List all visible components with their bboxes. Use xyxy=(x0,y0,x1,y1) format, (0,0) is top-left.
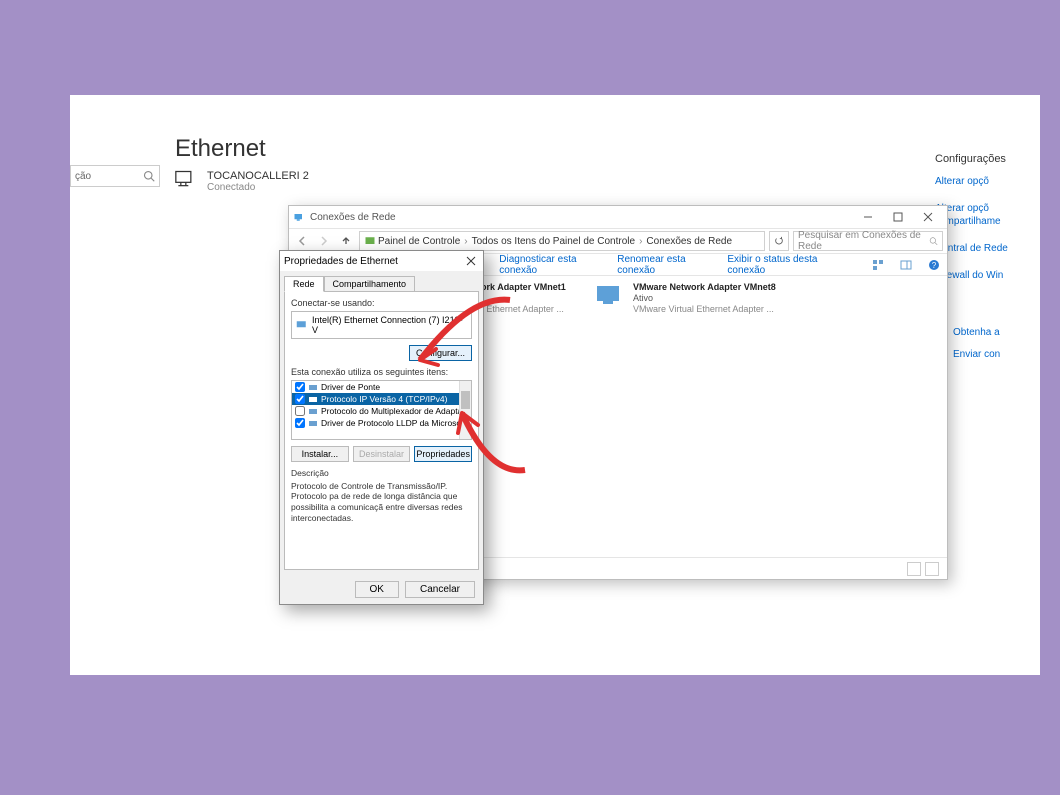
protocol-list[interactable]: Driver de Ponte Protocolo IP Versão 4 (T… xyxy=(291,380,472,440)
adapter-icon xyxy=(296,319,308,331)
close-button[interactable] xyxy=(463,253,479,269)
svg-text:?: ? xyxy=(932,261,937,270)
feedback-link[interactable]: Enviar con xyxy=(935,348,1040,360)
cancel-button[interactable]: Cancelar xyxy=(405,581,475,598)
connect-using-label: Conectar-se usando: xyxy=(291,298,472,308)
page-title: Ethernet xyxy=(175,135,266,163)
close-button[interactable] xyxy=(913,207,943,227)
uninstall-button: Desinstalar xyxy=(353,446,411,462)
protocol-checkbox[interactable] xyxy=(295,418,305,428)
adapter-field: Intel(R) Ethernet Connection (7) I219-V xyxy=(291,311,472,339)
description-label: Descrição xyxy=(291,468,472,479)
protocol-checkbox[interactable] xyxy=(295,406,305,416)
window-title: Conexões de Rede xyxy=(310,212,396,223)
address-bar[interactable]: Painel de Controle› Todos os Itens do Pa… xyxy=(359,231,765,251)
protocol-item[interactable]: Protocolo do Multiplexador de Adaptador … xyxy=(292,405,471,417)
menu-diagnose[interactable]: Diagnosticar esta conexão xyxy=(499,254,603,276)
help-link[interactable]: ? Obtenha a xyxy=(935,326,1040,338)
network-item[interactable]: TOCANOCALLERI 2 Conectado xyxy=(175,170,309,193)
view-details-icon[interactable] xyxy=(907,562,921,576)
items-label: Esta conexão utiliza os seguintes itens: xyxy=(291,367,472,377)
ethernet-properties-dialog: Propriedades de Ethernet Rede Compartilh… xyxy=(279,250,484,605)
protocol-checkbox[interactable] xyxy=(295,394,305,404)
menu-status[interactable]: Exibir o status desta conexão xyxy=(727,254,842,276)
protocol-checkbox[interactable] xyxy=(295,382,305,392)
properties-button[interactable]: Propriedades xyxy=(414,446,472,462)
settings-search-input[interactable]: ção xyxy=(70,165,160,187)
protocol-item[interactable]: Driver de Protocolo LLDP da Microsoft xyxy=(292,417,471,429)
ok-button[interactable]: OK xyxy=(355,581,399,598)
scrollbar[interactable] xyxy=(459,381,471,439)
dialog-title: Propriedades de Ethernet xyxy=(284,256,398,267)
nav-back-button[interactable] xyxy=(293,232,311,250)
related-link[interactable]: Firewall do Win xyxy=(935,269,1040,282)
protocol-item[interactable]: Driver de Ponte xyxy=(292,381,471,393)
minimize-button[interactable] xyxy=(853,207,883,227)
network-name: TOCANOCALLERI 2 xyxy=(207,170,309,182)
preview-pane-icon[interactable] xyxy=(899,257,913,273)
search-icon xyxy=(929,236,938,246)
search-icon xyxy=(143,170,155,182)
tab-sharing[interactable]: Compartilhamento xyxy=(324,276,416,292)
related-link[interactable]: Central de Rede xyxy=(935,242,1040,255)
adapter-icon xyxy=(595,282,627,310)
explorer-search-input[interactable]: Pesquisar em Conexões de Rede xyxy=(793,231,943,251)
maximize-button[interactable] xyxy=(883,207,913,227)
install-button[interactable]: Instalar... xyxy=(291,446,349,462)
nav-up-button[interactable] xyxy=(337,232,355,250)
tab-network[interactable]: Rede xyxy=(284,276,324,292)
view-options-icon[interactable] xyxy=(871,257,885,273)
network-folder-icon xyxy=(293,211,305,223)
control-panel-icon xyxy=(364,235,376,247)
search-text-fragment: ção xyxy=(75,171,91,182)
protocol-item-selected[interactable]: Protocolo IP Versão 4 (TCP/IPv4) xyxy=(292,393,471,405)
menu-rename[interactable]: Renomear esta conexão xyxy=(617,254,713,276)
related-link[interactable]: Alterar opçõ xyxy=(935,175,1040,188)
nav-forward-button[interactable] xyxy=(315,232,333,250)
description-text: Protocolo de Controle de Transmissão/IP.… xyxy=(291,481,472,524)
related-link[interactable]: Alterar opçõ compartilhame xyxy=(935,202,1040,228)
monitor-icon xyxy=(175,170,195,188)
help-icon[interactable]: ? xyxy=(927,257,941,273)
refresh-button[interactable] xyxy=(769,231,789,251)
adapter-item[interactable]: VMware Network Adapter VMnet8 Ativo VMwa… xyxy=(595,282,795,314)
view-large-icon[interactable] xyxy=(925,562,939,576)
network-status: Conectado xyxy=(207,182,309,193)
related-header: Configurações xyxy=(935,153,1040,165)
configure-button[interactable]: Configurar... xyxy=(409,345,472,361)
